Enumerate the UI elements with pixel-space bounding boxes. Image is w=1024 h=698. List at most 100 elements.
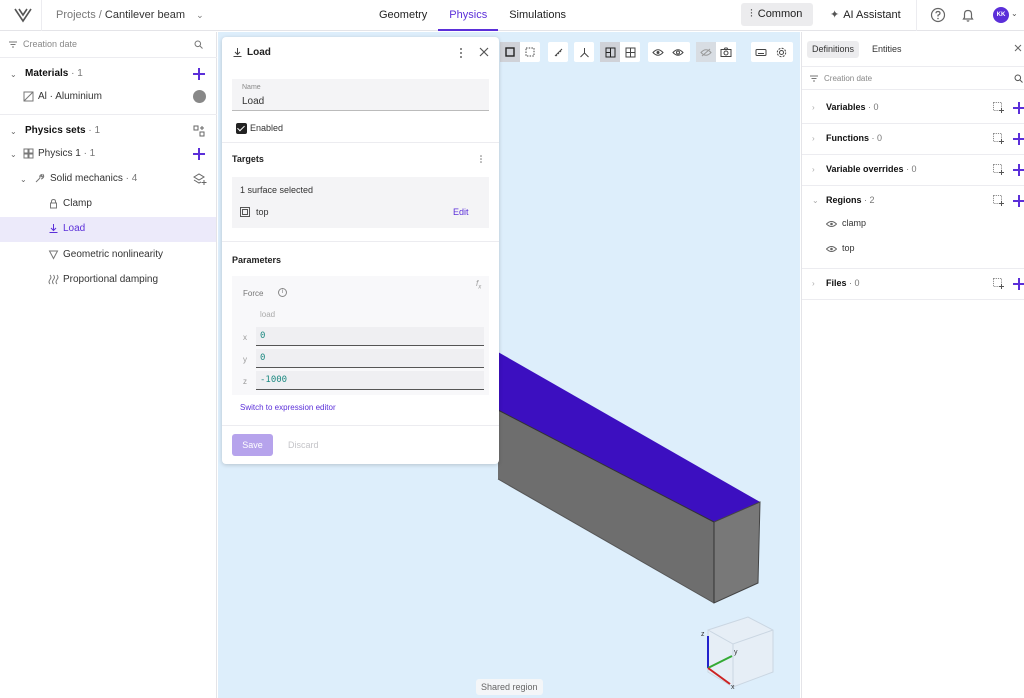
measure-button[interactable] [548, 42, 568, 62]
more-options-icon[interactable] [458, 47, 464, 59]
view-cube[interactable] [707, 616, 774, 688]
tab-physics[interactable]: Physics [438, 0, 499, 31]
sort-filter-bar[interactable]: Creation date [0, 32, 217, 58]
discard-button[interactable]: Discard [288, 440, 319, 450]
select-surface-button[interactable] [500, 42, 520, 62]
search-icon[interactable] [1014, 74, 1023, 83]
sort-icon[interactable] [810, 75, 818, 82]
material-item[interactable]: Al · Aluminium [0, 85, 216, 110]
info-icon[interactable]: i [278, 288, 287, 297]
select-add-icon[interactable] [993, 164, 1004, 175]
search-icon[interactable] [194, 40, 203, 49]
keyboard-button[interactable] [751, 42, 771, 62]
tab-geometry[interactable]: Geometry [368, 0, 438, 31]
chevron-right-icon[interactable]: › [812, 279, 815, 288]
chevron-right-icon[interactable]: › [812, 165, 815, 174]
close-icon[interactable] [1014, 44, 1022, 52]
solid-view-button[interactable] [600, 42, 620, 62]
region-item-top[interactable]: top [826, 242, 926, 258]
isolate-button[interactable] [696, 42, 716, 62]
chevron-down-icon[interactable]: ⌄ [10, 127, 17, 136]
breadcrumb[interactable]: Projects / Cantilever beam ⌄ [56, 9, 204, 21]
functions-section[interactable]: › Functions · 0 [802, 124, 1024, 154]
axes-button[interactable] [574, 42, 594, 62]
more-options-icon[interactable] [479, 154, 483, 164]
add-variable-icon[interactable] [1013, 102, 1024, 114]
help-icon[interactable] [930, 7, 946, 23]
add-region-icon[interactable] [1013, 195, 1024, 207]
force-y-input[interactable]: 0 [256, 349, 484, 368]
add-file-icon[interactable] [1013, 278, 1024, 290]
chevron-down-icon[interactable]: ⌄ [196, 10, 204, 21]
show-button[interactable] [668, 42, 688, 62]
ai-assistant-button[interactable]: ✦ AI Assistant [830, 8, 901, 21]
chevron-down-icon[interactable]: ⌄ [10, 150, 17, 159]
add-variable-override-icon[interactable] [1013, 164, 1024, 176]
add-physics-set-icon[interactable] [193, 125, 206, 138]
sort-icon[interactable] [9, 41, 17, 48]
material-color-swatch[interactable] [193, 90, 206, 103]
chevron-down-icon[interactable]: ⌄ [1011, 9, 1018, 18]
left-sidebar: Creation date ⌄ Materials · 1 Al · Alumi… [0, 32, 217, 698]
variable-overrides-section[interactable]: › Variable overrides · 0 [802, 155, 1024, 185]
enabled-checkbox[interactable] [236, 123, 247, 134]
axes-icon [579, 47, 589, 57]
save-button[interactable]: Save [232, 434, 273, 456]
enabled-label[interactable]: Enabled [250, 123, 283, 133]
materials-header[interactable]: ⌄ Materials · 1 [0, 62, 216, 87]
regions-section[interactable]: ⌄ Regions · 2 [802, 186, 1024, 216]
files-section[interactable]: › Files · 0 [802, 269, 1024, 299]
chevron-down-icon[interactable]: ⌄ [812, 196, 819, 205]
select-add-icon[interactable] [993, 133, 1004, 144]
variables-section[interactable]: › Variables · 0 [802, 93, 1024, 123]
select-add-icon[interactable] [993, 278, 1004, 289]
close-icon[interactable] [479, 47, 489, 57]
sort-label[interactable]: Creation date [824, 74, 872, 83]
breadcrumb-project[interactable]: Cantilever beam [105, 9, 185, 21]
region-item-clamp[interactable]: clamp [826, 217, 926, 233]
view-settings-button[interactable] [771, 42, 791, 62]
sort-label[interactable]: Creation date [23, 39, 77, 49]
switch-to-expression-editor-link[interactable]: Switch to expression editor [240, 403, 336, 412]
solid-mechanics-item[interactable]: ⌄ Solid mechanics · 4 [0, 167, 216, 192]
tab-definitions[interactable]: Definitions [807, 41, 860, 58]
avatar[interactable]: KK [993, 7, 1009, 23]
section-count: · 2 [864, 195, 875, 205]
chevron-right-icon[interactable]: › [812, 103, 815, 112]
add-function-icon[interactable] [1013, 133, 1024, 145]
app-logo-icon[interactable] [14, 7, 32, 23]
physics-1-item[interactable]: ⌄ Physics 1 · 1 [0, 142, 216, 167]
axis-label: z [243, 377, 247, 386]
name-field-value[interactable]: Load [242, 96, 264, 107]
force-z-input[interactable]: -1000 [256, 371, 484, 390]
name-field[interactable]: Name Load [232, 79, 489, 111]
hide-button[interactable] [648, 42, 668, 62]
tab-simulations[interactable]: Simulations [498, 0, 577, 31]
edit-targets-button[interactable]: Edit [453, 207, 469, 217]
sidebar-item-proportional-damping[interactable]: Proportional damping [0, 268, 216, 293]
select-add-icon[interactable] [993, 195, 1004, 206]
bell-icon[interactable] [960, 7, 976, 23]
force-x-input[interactable]: 0 [256, 327, 484, 346]
eye-icon[interactable] [826, 245, 837, 253]
breadcrumb-root[interactable]: Projects / [56, 9, 102, 21]
chevron-down-icon[interactable]: ⌄ [10, 70, 17, 79]
chevron-down-icon[interactable]: ⌄ [20, 175, 27, 184]
tab-entities[interactable]: Entities [867, 41, 907, 58]
sidebar-item-geometric-nonlinearity[interactable]: Geometric nonlinearity [0, 243, 216, 268]
select-add-icon[interactable] [993, 102, 1004, 113]
sort-filter-bar[interactable]: Creation date [802, 66, 1024, 90]
add-material-icon[interactable] [193, 68, 205, 80]
sidebar-item-load[interactable]: Load [0, 217, 216, 242]
sidebar-item-clamp[interactable]: Clamp [0, 192, 216, 217]
eye-icon[interactable] [826, 220, 837, 228]
add-layer-icon[interactable] [193, 172, 207, 186]
grid-view-button[interactable] [620, 42, 640, 62]
physics-sets-header[interactable]: ⌄ Physics sets · 1 [0, 119, 216, 144]
common-button[interactable]: ⫶ Common [741, 3, 813, 26]
select-box-button[interactable] [520, 42, 540, 62]
expression-toggle-icon[interactable]: fx [476, 279, 481, 291]
chevron-right-icon[interactable]: › [812, 134, 815, 143]
add-physics-icon[interactable] [193, 148, 205, 160]
screenshot-button[interactable] [716, 42, 736, 62]
